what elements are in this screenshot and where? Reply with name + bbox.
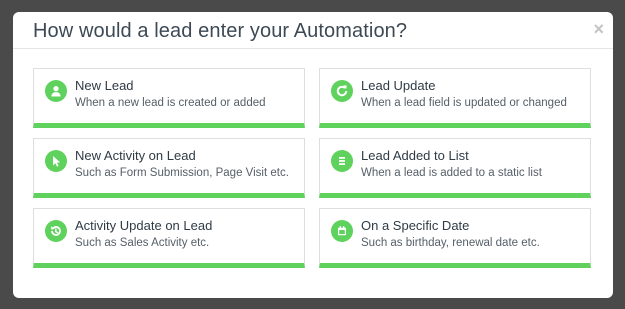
option-activity-update-on-lead[interactable]: Activity Update on Lead Such as Sales Ac… bbox=[33, 208, 305, 268]
option-description: When a lead is added to a static list bbox=[361, 167, 542, 179]
option-description: Such as Sales Activity etc. bbox=[75, 237, 210, 249]
person-icon bbox=[45, 80, 67, 102]
modal-header: How would a lead enter your Automation? … bbox=[13, 12, 613, 49]
calendar-icon bbox=[331, 220, 353, 242]
option-description: Such as birthday, renewal date etc. bbox=[361, 237, 540, 249]
option-title: New Activity on Lead bbox=[75, 148, 196, 163]
option-description: When a new lead is created or added bbox=[75, 97, 266, 109]
automation-entry-modal: How would a lead enter your Automation? … bbox=[13, 12, 613, 298]
option-title: New Lead bbox=[75, 78, 134, 93]
option-description: When a lead field is updated or changed bbox=[361, 97, 567, 109]
option-title: Lead Added to List bbox=[361, 148, 469, 163]
option-lead-added-to-list[interactable]: Lead Added to List When a lead is added … bbox=[319, 138, 591, 198]
activity-update-icon bbox=[45, 220, 67, 242]
option-new-lead[interactable]: New Lead When a new lead is created or a… bbox=[33, 68, 305, 128]
option-title: Lead Update bbox=[361, 78, 436, 93]
refresh-icon bbox=[331, 80, 353, 102]
option-title: On a Specific Date bbox=[361, 218, 470, 233]
cursor-icon bbox=[45, 150, 67, 172]
modal-title: How would a lead enter your Automation? bbox=[33, 20, 408, 42]
list-icon bbox=[331, 150, 353, 172]
entry-options-grid: New Lead When a new lead is created or a… bbox=[33, 68, 591, 268]
close-button[interactable]: × bbox=[593, 20, 604, 38]
option-new-activity-on-lead[interactable]: New Activity on Lead Such as Form Submis… bbox=[33, 138, 305, 198]
option-on-a-specific-date[interactable]: On a Specific Date Such as birthday, ren… bbox=[319, 208, 591, 268]
option-description: Such as Form Submission, Page Visit etc. bbox=[75, 167, 289, 179]
option-lead-update[interactable]: Lead Update When a lead field is updated… bbox=[319, 68, 591, 128]
option-title: Activity Update on Lead bbox=[75, 218, 213, 233]
